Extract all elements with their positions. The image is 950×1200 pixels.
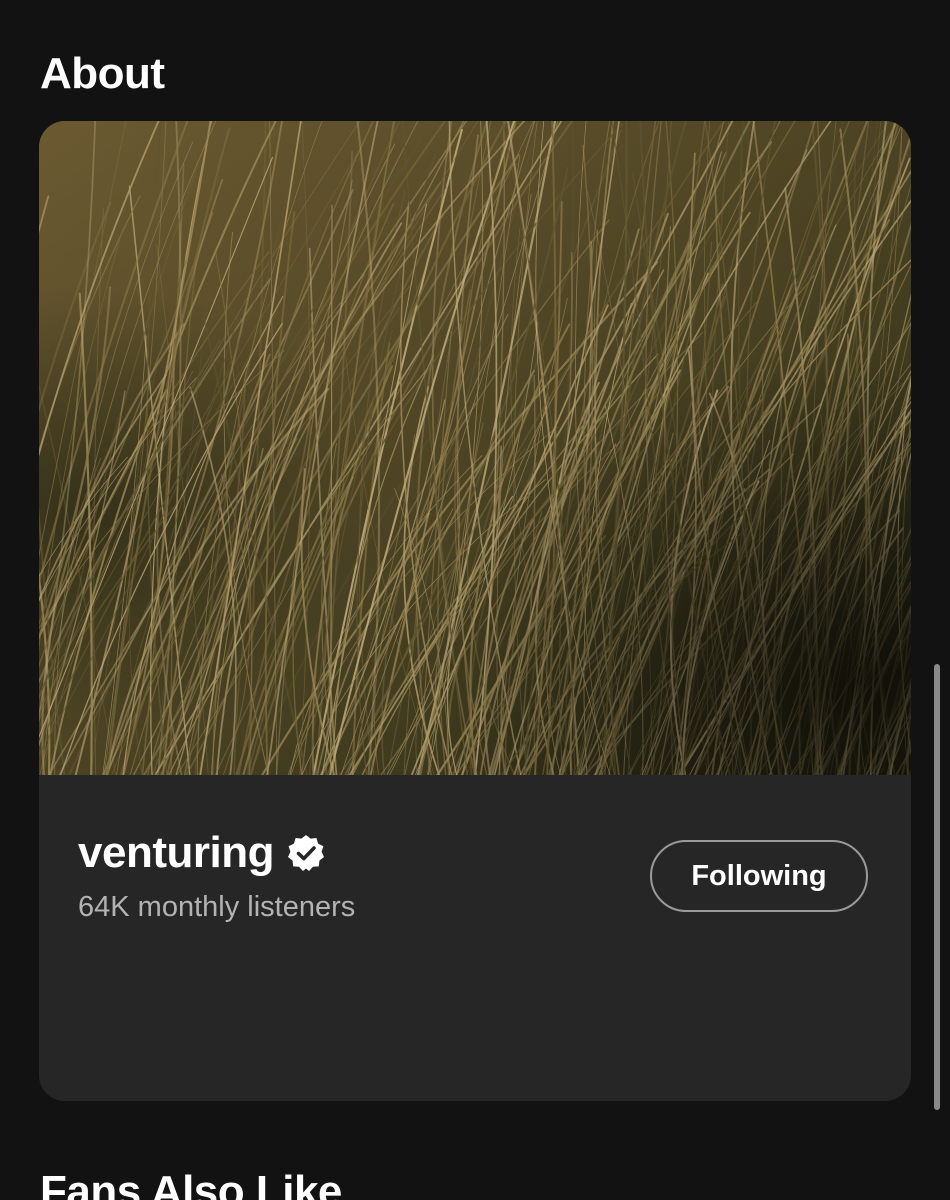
artist-image (39, 121, 911, 775)
following-button[interactable]: Following (650, 840, 868, 912)
artist-name-row: venturing (78, 831, 326, 875)
fans-also-like-title: Fans Also Like (40, 1167, 342, 1200)
about-section-title: About (40, 49, 165, 98)
monthly-listeners: 64K monthly listeners (78, 891, 356, 923)
artist-info: venturing 64K monthly listeners Followin… (39, 775, 911, 1101)
about-card[interactable]: venturing 64K monthly listeners Followin… (39, 121, 911, 1101)
artist-name: venturing (78, 828, 274, 877)
scrollbar[interactable] (934, 664, 940, 1110)
verified-badge-icon (287, 835, 324, 871)
artist-page: About venturing 64K monthly listeners Fo… (0, 0, 950, 1200)
